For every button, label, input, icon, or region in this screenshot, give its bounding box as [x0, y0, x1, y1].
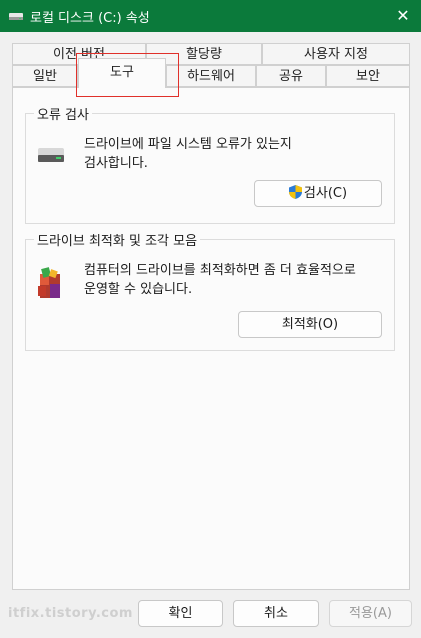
check-button-label: 검사(C) [303, 186, 348, 201]
tab-general[interactable]: 일반 [12, 65, 78, 87]
ok-button[interactable]: 확인 [138, 600, 223, 627]
tab-label: 하드웨어 [187, 69, 235, 84]
optimize-title: 드라이브 최적화 및 조각 모음 [34, 230, 201, 249]
check-button[interactable]: 검사(C) [254, 180, 382, 207]
defrag-icon [38, 267, 60, 298]
tab-security[interactable]: 보안 [326, 65, 410, 87]
optimize-button[interactable]: 최적화(O) [238, 311, 382, 338]
cancel-button-label: 취소 [264, 606, 288, 621]
tab-tools[interactable]: 도구 [78, 58, 166, 88]
apply-button-label: 적용(A) [349, 606, 392, 621]
tab-sharing[interactable]: 공유 [256, 65, 326, 87]
close-icon: ✕ [396, 6, 410, 25]
drive-icon [9, 13, 23, 20]
title-bar: 로컬 디스크 (C:) 속성 ✕ [0, 0, 421, 32]
tab-customize[interactable]: 사용자 지정 [262, 43, 410, 65]
tab-label: 도구 [110, 65, 134, 80]
close-button[interactable]: ✕ [391, 4, 415, 28]
optimize-button-label: 최적화(O) [281, 317, 339, 332]
ok-button-label: 확인 [168, 606, 193, 621]
error-check-desc-2: 검사합니다. [84, 156, 148, 171]
tab-label: 공유 [279, 69, 303, 84]
uac-shield-icon [288, 185, 302, 199]
cancel-button[interactable]: 취소 [233, 600, 319, 627]
drive-icon [38, 148, 64, 162]
tools-panel: 오류 검사 드라이브에 파일 시스템 오류가 있는지 검사합니다. 검사(C) … [12, 87, 410, 590]
optimize-group: 드라이브 최적화 및 조각 모음 컴퓨터의 드라이브를 최적화하면 좀 더 효율… [25, 230, 395, 351]
tab-label: 할당량 [186, 47, 222, 62]
watermark: itfix.tistory.com [8, 606, 133, 621]
optimize-desc-1: 컴퓨터의 드라이브를 최적화하면 좀 더 효율적으로 [84, 263, 356, 278]
tab-label: 보안 [356, 69, 380, 84]
window-title: 로컬 디스크 (C:) 속성 [30, 11, 150, 26]
error-check-desc-1: 드라이브에 파일 시스템 오류가 있는지 [84, 137, 292, 152]
tab-hardware[interactable]: 하드웨어 [166, 65, 256, 87]
error-check-group: 오류 검사 드라이브에 파일 시스템 오류가 있는지 검사합니다. 검사(C) [25, 104, 395, 224]
tab-label: 사용자 지정 [304, 47, 368, 62]
tab-label: 일반 [33, 69, 57, 84]
error-check-title: 오류 검사 [34, 104, 92, 123]
optimize-desc-2: 운영할 수 있습니다. [84, 282, 193, 297]
apply-button[interactable]: 적용(A) [329, 600, 412, 627]
